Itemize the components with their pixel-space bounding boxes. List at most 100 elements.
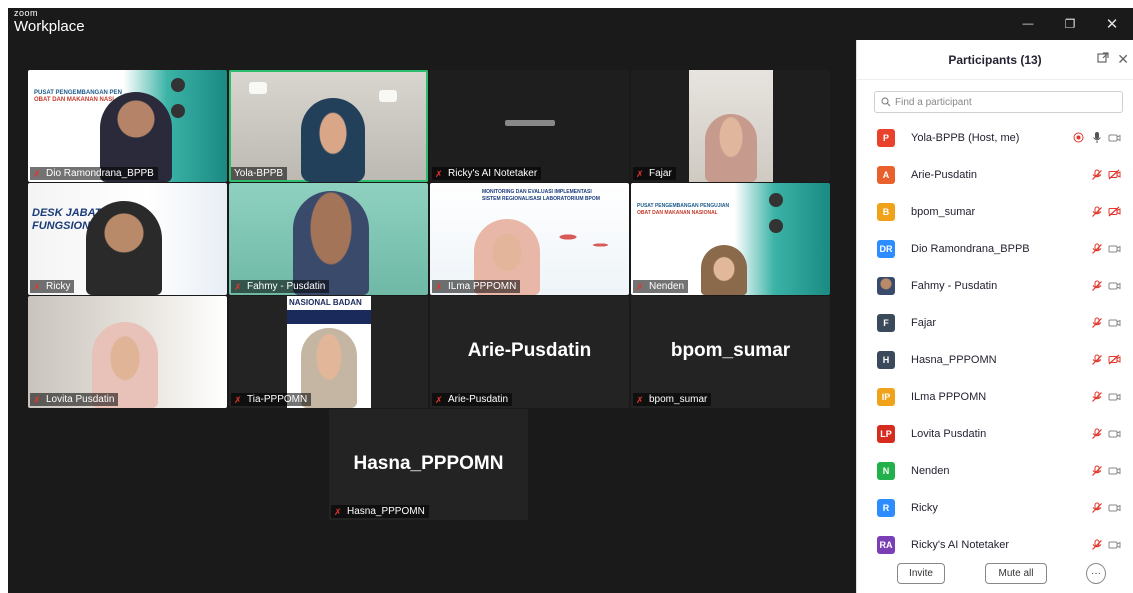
- participant-row[interactable]: N Nenden: [857, 452, 1133, 489]
- avatar: IP: [877, 387, 895, 406]
- mic-muted-icon: ✗: [234, 394, 242, 405]
- notetaker-logo: [505, 120, 555, 126]
- video-stopped-icon[interactable]: [1108, 353, 1121, 366]
- participant-video: [689, 70, 773, 182]
- video-tile[interactable]: Yola-BPPB: [229, 70, 428, 182]
- participant-row[interactable]: Fahmy - Pusdatin: [857, 267, 1133, 304]
- participant-name: ILma PPPOMN: [911, 390, 987, 403]
- mute-all-button[interactable]: Mute all: [985, 562, 1047, 584]
- participant-name: Ricky: [911, 501, 938, 514]
- more-options-button[interactable]: ···: [1086, 562, 1106, 584]
- participant-video: [301, 98, 365, 182]
- slide-title-text: MONITORING DAN EVALUASI IMPLEMENTASI: [482, 189, 592, 195]
- video-tile[interactable]: ✗ Lovita Pusdatin: [28, 296, 227, 408]
- slide-title-text: SISTEM REGIONALISASI LABORATORIUM BPOM: [482, 196, 600, 202]
- video-icon[interactable]: [1108, 242, 1121, 255]
- participant-display-name: bpom_sumar: [670, 340, 791, 361]
- video-tile[interactable]: ✗ Ricky's AI Notetaker: [430, 70, 629, 182]
- participant-list: P Yola-BPPB (Host, me) A Arie-Pusdatin Bbp…: [857, 119, 1133, 563]
- video-tile[interactable]: ✗ Fajar: [631, 70, 830, 182]
- microphone-icon[interactable]: [1090, 131, 1103, 144]
- participant-name: Arie-Pusdatin: [448, 394, 509, 405]
- mic-muted-icon[interactable]: [1090, 242, 1103, 255]
- participant-row[interactable]: Bbpom_sumar: [857, 193, 1133, 230]
- video-tile[interactable]: ✗ Fahmy - Pusdatin: [229, 183, 428, 295]
- participant-row[interactable]: IP ILma PPPOMN: [857, 378, 1133, 415]
- slide-header-text: PUSAT PENGEMBANGAN PEN: [34, 90, 122, 96]
- video-stopped-icon[interactable]: [1108, 205, 1121, 218]
- close-window-button[interactable]: ✕: [1091, 8, 1133, 40]
- restore-button[interactable]: ❐: [1049, 8, 1091, 40]
- close-panel-icon[interactable]: ✕: [1117, 51, 1129, 68]
- avatar: B: [877, 202, 895, 221]
- participant-row[interactable]: A Arie-Pusdatin: [857, 156, 1133, 193]
- title-bar: zoom Workplace: [8, 8, 856, 40]
- video-tile[interactable]: Arie-Pusdatin ✗ Arie-Pusdatin: [430, 296, 629, 408]
- video-tile[interactable]: DESK JABAT FUNGSION ✗ Ricky: [28, 183, 227, 295]
- video-icon[interactable]: [1108, 501, 1121, 514]
- slide-subheader-text: OBAT DAN MAKANAN NASIONAL: [637, 210, 718, 216]
- mic-muted-icon[interactable]: [1090, 353, 1103, 366]
- participant-name: Lovita Pusdatin: [46, 394, 115, 405]
- video-tile[interactable]: PUSAT PENGEMBANGAN PEN OBAT DAN MAKANAN …: [28, 70, 227, 182]
- participant-row[interactable]: LP Lovita Pusdatin: [857, 415, 1133, 452]
- pop-out-icon[interactable]: [1097, 52, 1109, 67]
- participant-name: Lovita Pusdatin: [911, 427, 987, 440]
- participant-row[interactable]: DR Dio Ramondrana_BPPB: [857, 230, 1133, 267]
- mic-muted-icon[interactable]: [1090, 464, 1103, 477]
- mic-muted-icon[interactable]: [1090, 205, 1103, 218]
- mic-muted-icon[interactable]: [1090, 168, 1103, 181]
- participants-panel-header: Participants (13) ✕: [857, 40, 1133, 80]
- mic-muted-icon[interactable]: [1090, 501, 1103, 514]
- video-tile[interactable]: PUSAT PENGEMBANGAN PENGUJIAN OBAT DAN MA…: [631, 183, 830, 295]
- mic-muted-icon: ✗: [334, 506, 342, 517]
- mic-muted-icon[interactable]: [1090, 427, 1103, 440]
- video-icon[interactable]: [1108, 316, 1121, 329]
- mic-muted-icon: ✗: [234, 281, 242, 292]
- video-icon[interactable]: [1108, 464, 1121, 477]
- search-input[interactable]: [895, 96, 1095, 108]
- participant-search[interactable]: [874, 91, 1123, 113]
- recording-icon: [1072, 131, 1085, 144]
- mic-muted-icon[interactable]: [1090, 390, 1103, 403]
- participant-nametag: ✗ bpom_sumar: [633, 393, 712, 406]
- slide-header-text: PUSAT PENGEMBANGAN PENGUJIAN: [637, 203, 730, 209]
- video-off-icon[interactable]: [1108, 131, 1121, 144]
- video-icon[interactable]: [1108, 538, 1121, 551]
- mic-muted-icon[interactable]: [1090, 316, 1103, 329]
- participant-name: Dio Ramondrana_BPPB: [46, 168, 154, 179]
- video-tile[interactable]: MONITORING DAN EVALUASI IMPLEMENTASI SIS…: [430, 183, 629, 295]
- participant-row[interactable]: H Hasna_PPPOMN: [857, 341, 1133, 378]
- participant-nametag: ✗ Arie-Pusdatin: [432, 393, 513, 406]
- video-tile[interactable]: Hasna_PPPOMN ✗ Hasna_PPPOMN: [329, 409, 528, 520]
- video-stopped-icon[interactable]: [1108, 168, 1121, 181]
- video-icon[interactable]: [1108, 279, 1121, 292]
- mic-muted-icon[interactable]: [1090, 538, 1103, 551]
- video-tile[interactable]: bpom_sumar ✗ bpom_sumar: [631, 296, 830, 408]
- participant-name: Fahmy - Pusdatin: [911, 279, 998, 292]
- participant-row[interactable]: F Fajar: [857, 304, 1133, 341]
- participant-nametag: ✗ ILma PPPOMN: [432, 280, 521, 293]
- mic-muted-icon[interactable]: [1090, 279, 1103, 292]
- mic-muted-icon: ✗: [435, 394, 443, 405]
- avatar: H: [877, 350, 895, 369]
- mic-muted-icon: ✗: [33, 168, 41, 179]
- minimize-button[interactable]: —: [1007, 8, 1049, 40]
- participant-name: bpom_sumar: [911, 205, 976, 218]
- slide-title-text: DESK JABAT: [32, 207, 102, 219]
- mic-muted-icon: ✗: [636, 281, 644, 292]
- participant-row[interactable]: P Yola-BPPB (Host, me): [857, 119, 1133, 156]
- video-tile[interactable]: NASIONAL BADAN ✗ Tia-PPPOMN: [229, 296, 428, 408]
- participant-display-name: Hasna_PPPOMN: [353, 453, 504, 474]
- invite-button[interactable]: Invite: [897, 562, 945, 584]
- participant-name: Yola-BPPB: [234, 168, 284, 179]
- participant-nametag: ✗ Lovita Pusdatin: [30, 393, 119, 406]
- video-icon[interactable]: [1108, 390, 1121, 403]
- zoom-window: zoom Workplace — ❐ ✕ PUSAT PENGEMBANGAN …: [8, 8, 1133, 593]
- participant-name: Yola-BPPB (Host, me): [911, 131, 1020, 144]
- video-icon[interactable]: [1108, 427, 1121, 440]
- participant-row[interactable]: RA Ricky's AI Notetaker: [857, 526, 1133, 563]
- participant-row[interactable]: R Ricky: [857, 489, 1133, 526]
- participant-name: Fajar: [649, 168, 672, 179]
- restore-icon: ❐: [1064, 17, 1076, 31]
